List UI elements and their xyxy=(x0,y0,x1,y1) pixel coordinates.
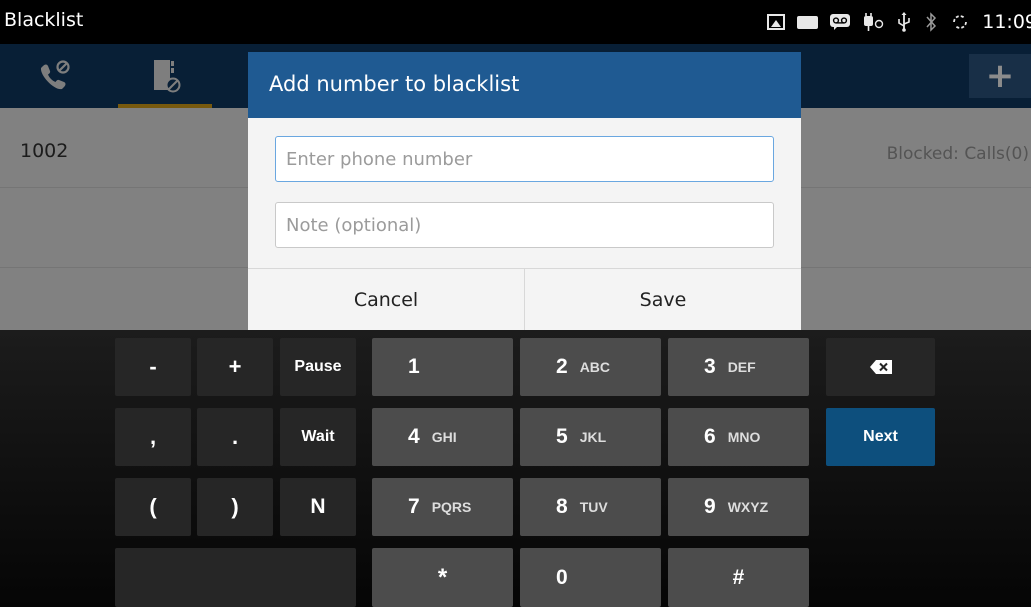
key-3[interactable]: 3 DEF xyxy=(668,338,809,396)
dialog-actions: Cancel Save xyxy=(248,268,801,330)
voicemail-icon xyxy=(830,14,851,30)
backspace-icon xyxy=(869,360,892,374)
key-8[interactable]: 8 TUV xyxy=(520,478,661,536)
key-4[interactable]: 4 GHI xyxy=(372,408,513,466)
key-comma[interactable]: , xyxy=(115,408,191,466)
ftp-icon: FTP xyxy=(797,15,819,29)
key-0[interactable]: 0 xyxy=(520,548,661,607)
phone-number-input[interactable] xyxy=(275,136,774,182)
dial-keyboard: - + Pause 1 2 ABC 3 DEF , . Wait 4 GHI 5 JKL… xyxy=(0,330,1031,607)
key-minus[interactable]: - xyxy=(115,338,191,396)
key-period[interactable]: . xyxy=(197,408,273,466)
note-input[interactable] xyxy=(275,202,774,248)
key-n[interactable]: N xyxy=(280,478,356,536)
key-hash[interactable]: # xyxy=(668,548,809,607)
key-5[interactable]: 5 JKL xyxy=(520,408,661,466)
key-9[interactable]: 9 WXYZ xyxy=(668,478,809,536)
next-key[interactable]: Next xyxy=(826,408,935,466)
key-7[interactable]: 7 PQRS xyxy=(372,478,513,536)
add-to-blacklist-dialog: Add number to blacklist Cancel Save xyxy=(248,52,801,330)
sync-icon xyxy=(950,12,970,32)
cancel-button[interactable]: Cancel xyxy=(248,269,524,330)
key-plus[interactable]: + xyxy=(197,338,273,396)
status-bar: Blacklist FTP 11:09 xyxy=(0,0,1031,44)
bluetooth-icon xyxy=(924,12,938,32)
key-2[interactable]: 2 ABC xyxy=(520,338,661,396)
screen-title: Blacklist xyxy=(4,9,84,31)
backspace-key[interactable] xyxy=(826,338,935,396)
clock: 11:09 xyxy=(982,11,1031,33)
key-left-paren[interactable]: ( xyxy=(115,478,191,536)
key-spacer[interactable] xyxy=(115,548,356,607)
key-pause[interactable]: Pause xyxy=(280,338,356,396)
key-right-paren[interactable]: ) xyxy=(197,478,273,536)
image-icon xyxy=(767,14,786,30)
key-wait[interactable]: Wait xyxy=(280,408,356,466)
key-star[interactable]: * xyxy=(372,548,513,607)
usb-icon xyxy=(896,12,912,32)
key-1[interactable]: 1 xyxy=(372,338,513,396)
dialog-title: Add number to blacklist xyxy=(248,52,801,118)
plug-icon xyxy=(862,12,884,32)
key-6[interactable]: 6 MNO xyxy=(668,408,809,466)
status-icons: FTP 11:09 xyxy=(767,8,1031,36)
save-button[interactable]: Save xyxy=(524,269,801,330)
